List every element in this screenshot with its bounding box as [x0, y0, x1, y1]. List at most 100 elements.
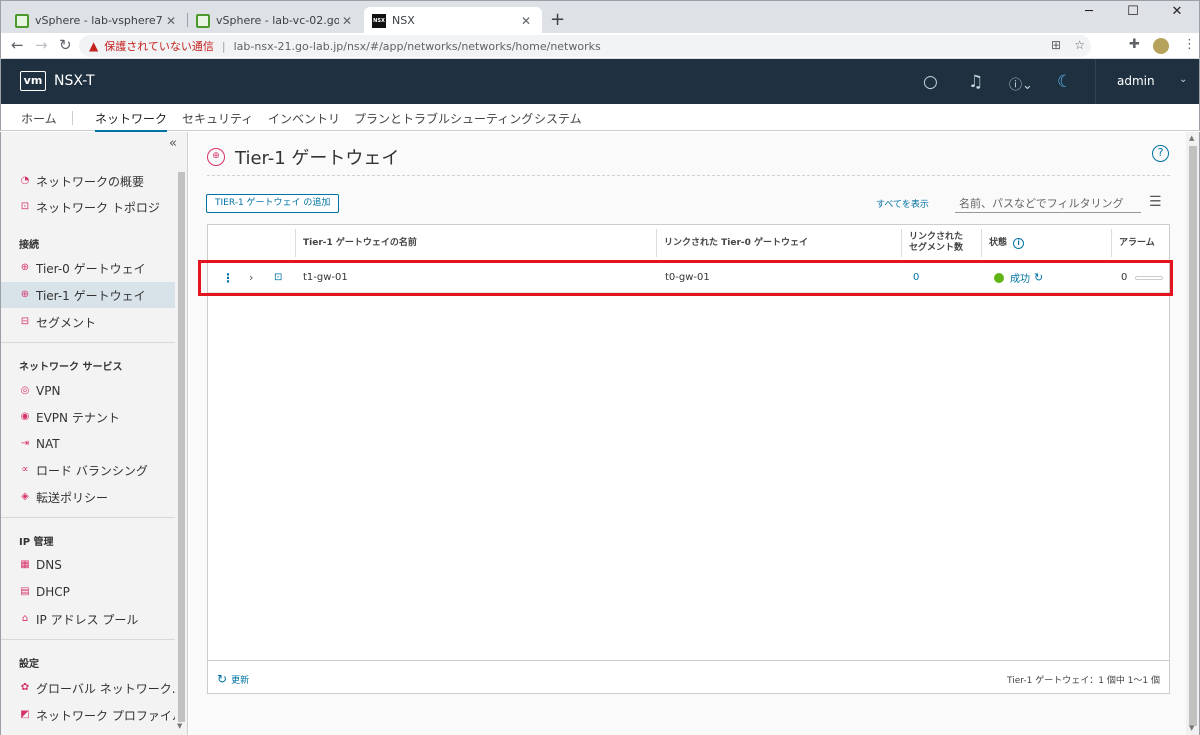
vsphere-favicon-icon: [196, 13, 210, 28]
forwarding-policy-icon: ◈: [21, 491, 29, 502]
sidebar-item-label: ネットワーク プロファイル: [36, 708, 175, 723]
sidebar-heading-network-services: ネットワーク サービス: [19, 362, 123, 373]
profile-avatar-icon[interactable]: [1153, 38, 1169, 54]
column-header-status-label: 状態: [989, 237, 1008, 248]
sidebar-item-label: NAT: [36, 437, 60, 451]
minimize-icon[interactable]: ─: [1067, 1, 1111, 25]
content-scrollbar-thumb[interactable]: [1189, 146, 1197, 726]
sidebar-divider: [1, 517, 175, 518]
sidebar-item-label: セグメント: [36, 315, 97, 330]
browser-tab-active[interactable]: NSX NSX ✕: [364, 7, 542, 34]
close-window-icon[interactable]: ✕: [1155, 1, 1199, 25]
browser-tab-title: NSX: [392, 14, 415, 27]
url-field[interactable]: ▲ 保護されていない通信 | lab-nsx-21.go-lab.jp/nsx/…: [79, 35, 1091, 57]
sidebar-item-label: Tier-1 ゲートウェイ: [36, 288, 146, 303]
refresh-icon: ↻: [217, 672, 228, 686]
table-footer: ↻ 更新 Tier-1 ゲートウェイ：1 個中 1～1 個: [208, 660, 1169, 694]
sidebar-item-label: グローバル ネットワーク...: [36, 681, 175, 696]
sidebar-item-tier0[interactable]: ⊕ Tier-0 ゲートウェイ: [19, 257, 175, 279]
header-divider: [1095, 59, 1096, 104]
help-icon[interactable]: ?: [1152, 145, 1169, 162]
browser-tab-title: vSphere - lab-vsphere70-02-nsxt: [35, 14, 163, 27]
vsphere-favicon-icon: [15, 13, 29, 28]
sidebar-item-label: IP アドレス プール: [36, 612, 139, 627]
settings-icon: ✿: [20, 682, 30, 693]
sidebar-divider: [1, 639, 175, 640]
bookmark-star-icon[interactable]: ☆: [1074, 38, 1085, 52]
maximize-icon[interactable]: ☐: [1111, 1, 1155, 25]
scroll-down-icon[interactable]: ▼: [177, 722, 182, 730]
sidebar-item-evpn[interactable]: ◉ EVPN テナント: [19, 406, 175, 428]
forward-icon[interactable]: →: [35, 36, 48, 54]
chevron-down-icon[interactable]: ⌄: [1179, 74, 1187, 85]
new-tab-icon[interactable]: +: [550, 9, 565, 30]
sidebar-item-tier1[interactable]: ⊕ Tier-1 ゲートウェイ: [1, 282, 175, 308]
column-header-status[interactable]: 状態 i: [981, 225, 1111, 261]
sidebar-item-label: DNS: [36, 558, 62, 572]
translate-icon[interactable]: ⊞: [1051, 38, 1061, 52]
browser-tab[interactable]: vSphere - lab-vc-02.go-lab.jp - U ✕: [188, 7, 363, 34]
column-header-name[interactable]: Tier-1 ゲートウェイの名前: [295, 225, 655, 261]
nav-plan-troubleshoot[interactable]: プランとトラブルシューティング: [354, 110, 533, 127]
sidebar-heading-ip-management: IP 管理: [19, 537, 54, 548]
filter-input[interactable]: 名前、パスなどでフィルタリング: [955, 191, 1141, 213]
sidebar-item-dns[interactable]: ▦ DNS: [19, 554, 175, 576]
close-tab-icon[interactable]: ✕: [339, 14, 355, 28]
vmware-logo: vm: [20, 71, 46, 91]
sidebar-item-network-profiles[interactable]: ◩ ネットワーク プロファイル: [19, 704, 175, 726]
close-tab-icon[interactable]: ✕: [163, 14, 179, 28]
sidebar-item-global-networking[interactable]: ✿ グローバル ネットワーク...: [19, 677, 175, 699]
bell-icon[interactable]: ♫: [968, 72, 983, 92]
sidebar-item-load-balancing[interactable]: ∝ ロード バランシング: [19, 459, 175, 481]
show-all-link[interactable]: すべてを表示: [876, 197, 929, 210]
sidebar-item-label: Tier-0 ゲートウェイ: [36, 261, 146, 276]
nav-security[interactable]: セキュリティ: [182, 110, 253, 127]
browser-tab[interactable]: vSphere - lab-vsphere70-02-nsxt ✕: [7, 7, 187, 34]
column-header-segments[interactable]: リンクされた セグメント数: [901, 225, 981, 261]
scroll-down-icon[interactable]: ▼: [1189, 724, 1194, 732]
dashboard-icon: ◔: [20, 175, 30, 186]
sidebar-item-dhcp[interactable]: ▤ DHCP: [19, 581, 175, 603]
add-tier1-gateway-button[interactable]: TIER-1 ゲートウェイ の追加: [206, 194, 340, 213]
evpn-icon: ◉: [20, 411, 30, 422]
moon-icon[interactable]: ☾: [1057, 72, 1072, 92]
filter-menu-icon[interactable]: ☰: [1149, 194, 1162, 210]
nav-system[interactable]: システム: [534, 110, 582, 127]
sidebar-item-nat[interactable]: ⇥ NAT: [19, 433, 175, 455]
sidebar-item-ip-pools[interactable]: ⌂ IP アドレス プール: [19, 608, 175, 630]
nav-inventory[interactable]: インベントリ: [268, 110, 340, 127]
main-navigation: ホーム ネットワーク セキュリティ インベントリ プランとトラブルシューティング…: [0, 104, 1200, 133]
content-scrollbar[interactable]: ▲ ▼: [1186, 132, 1200, 735]
scroll-up-icon[interactable]: ▲: [1189, 134, 1194, 142]
collapse-sidebar-icon[interactable]: «: [169, 136, 177, 151]
sidebar-item-forwarding-policy[interactable]: ◈ 転送ポリシー: [19, 486, 175, 508]
user-menu[interactable]: admin: [1117, 74, 1155, 88]
info-icon[interactable]: i: [1013, 237, 1025, 249]
pagination-count: Tier-1 ゲートウェイ：1 個中 1～1 個: [1007, 676, 1160, 686]
sidebar-item-label: DHCP: [36, 585, 70, 599]
sidebar-scrollbar-thumb[interactable]: [178, 172, 185, 722]
sidebar: « ◔ ネットワークの概要 ⊡ ネットワーク トポロジ 接続 ⊕ Tier-0 …: [0, 132, 188, 735]
page-title: Tier-1 ゲートウェイ: [235, 148, 400, 169]
search-icon[interactable]: ○: [923, 72, 938, 92]
sidebar-heading-settings: 設定: [19, 659, 39, 670]
column-header-alarms[interactable]: アラーム: [1111, 225, 1169, 261]
nav-home[interactable]: ホーム: [21, 110, 57, 127]
sidebar-item-topology[interactable]: ⊡ ネットワーク トポロジ: [19, 196, 175, 218]
sidebar-item-vpn[interactable]: ◎ VPN: [19, 380, 175, 402]
sidebar-divider: [1, 342, 175, 343]
sidebar-item-segments[interactable]: ⊟ セグメント: [19, 311, 175, 333]
reload-icon[interactable]: ↻: [59, 36, 72, 54]
browser-menu-icon[interactable]: ⋮: [1183, 37, 1196, 52]
column-header-linked-tier0[interactable]: リンクされた Tier-0 ゲートウェイ: [656, 225, 901, 261]
help-icon[interactable]: ⓘ⌄: [1009, 74, 1033, 93]
sidebar-item-label: ロード バランシング: [36, 463, 148, 478]
sidebar-item-overview[interactable]: ◔ ネットワークの概要: [19, 170, 175, 192]
close-tab-icon[interactable]: ✕: [518, 14, 534, 28]
ip-pool-icon: ⌂: [21, 613, 29, 624]
nat-icon: ⇥: [20, 438, 30, 449]
nav-networking[interactable]: ネットワーク: [95, 110, 168, 133]
refresh-button[interactable]: ↻ 更新: [217, 672, 249, 686]
extensions-icon[interactable]: ✚: [1129, 37, 1140, 52]
back-icon[interactable]: ←: [11, 36, 24, 54]
